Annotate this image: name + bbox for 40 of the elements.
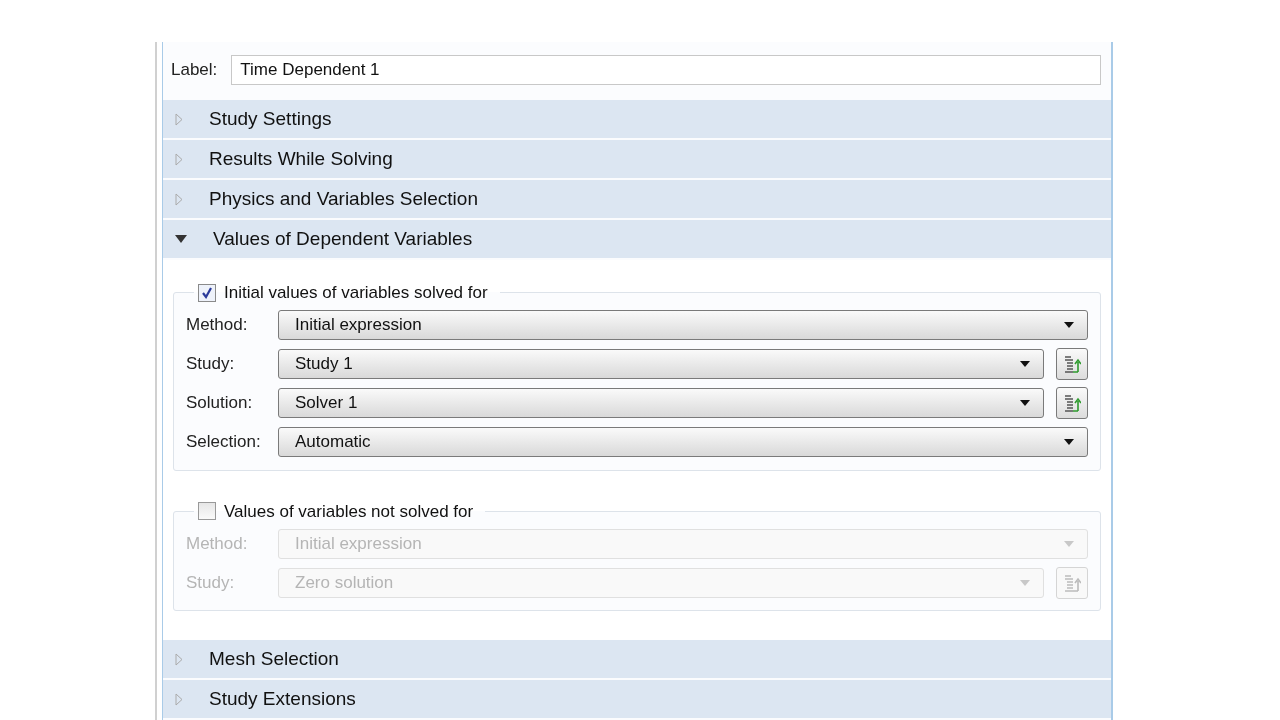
checkmark-icon [201,286,213,299]
field-label: Selection: [186,431,262,454]
dropdown[interactable]: Automatic [278,427,1088,457]
checkbox[interactable] [198,283,216,302]
dropdown-caret-icon [1063,539,1075,548]
list-arrow-icon [1063,393,1081,413]
load-button[interactable] [1056,348,1088,380]
collapsed-triangle-icon [175,652,183,666]
load-button[interactable] [1056,387,1088,419]
dropdown-caret-icon [1063,438,1075,446]
section-header[interactable]: Physics and Variables Selection [163,180,1111,218]
list-arrow-icon [1063,572,1081,593]
field-label: Method: [186,314,249,337]
section-header[interactable]: Values of Dependent Variables [163,220,1111,258]
dropdown-caret-icon [1019,360,1031,368]
expanded-triangle-icon [175,235,187,243]
collapsed-triangle-icon [175,192,183,206]
field-label: Solution: [186,392,254,415]
label-caption: Label: [171,59,218,82]
dropdown[interactable]: Initial expression [278,310,1088,340]
collapsed-triangle-icon [175,152,183,166]
dropdown[interactable]: Study 1 [278,349,1044,379]
section-header[interactable]: Results While Solving [163,140,1111,178]
checkbox[interactable] [198,502,216,521]
list-arrow-icon [1063,354,1081,374]
dropdown-caret-icon [1063,321,1075,329]
field-label: Method: [186,532,249,555]
collapsed-triangle-icon [175,112,183,126]
label-input[interactable]: Time Dependent 1 [231,55,1101,85]
dropdown-caret-icon [1019,578,1031,587]
collapsed-triangle-icon [175,692,183,706]
dropdown[interactable]: Solver 1 [278,388,1044,418]
section-header[interactable]: Study Extensions [163,680,1111,718]
field-label: Study: [186,571,236,594]
field-label: Study: [186,353,236,376]
section-header[interactable]: Mesh Selection [163,640,1111,678]
section-header[interactable]: Study Settings [163,100,1111,138]
group-title: Initial values of variables solved for [224,282,488,304]
group-title: Values of variables not solved for [224,500,474,523]
dropdown-caret-icon [1019,399,1031,407]
